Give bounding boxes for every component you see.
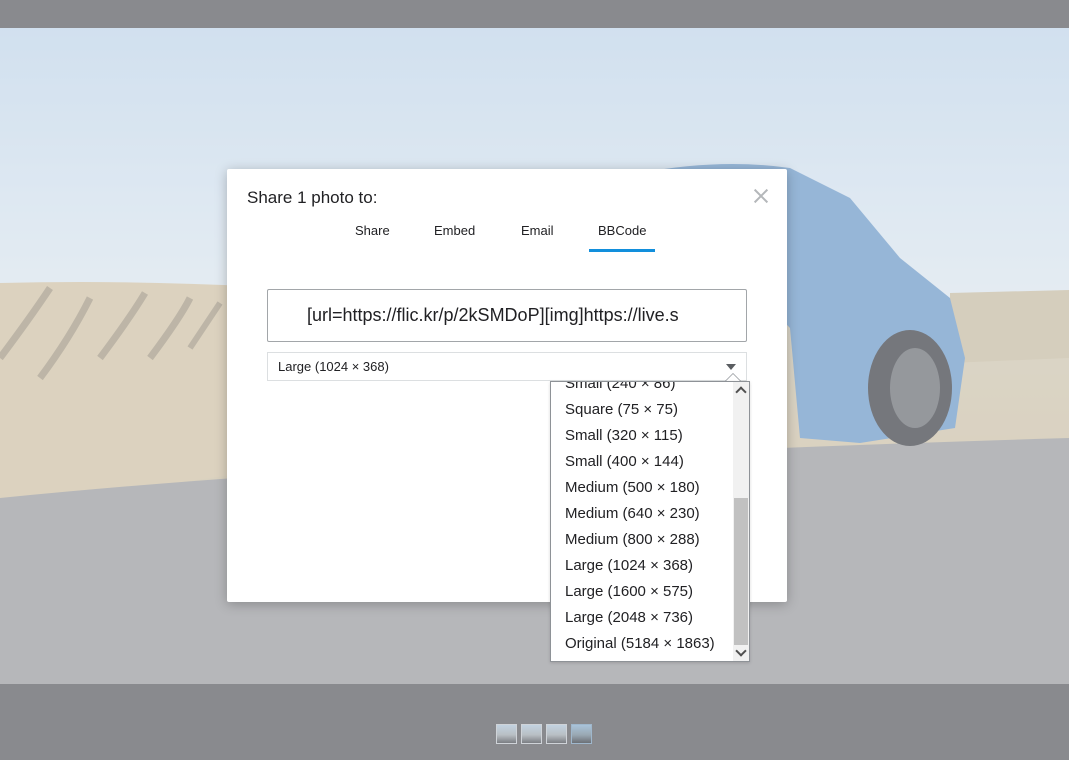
scroll-down-arrow-icon[interactable] (733, 645, 749, 661)
dialog-title: Share 1 photo to: (247, 188, 378, 207)
size-select-value: Large (1024 × 368) (278, 359, 389, 374)
size-option[interactable]: Medium (640 × 230) (551, 501, 734, 527)
size-option[interactable]: Small (400 × 144) (551, 449, 734, 475)
thumbnail-strip (496, 724, 592, 744)
bbcode-field[interactable]: [url=https://flic.kr/p/2kSMDoP][img]http… (267, 289, 747, 342)
bbcode-text: [url=https://flic.kr/p/2kSMDoP][img]http… (307, 305, 679, 325)
thumbnail[interactable] (496, 724, 517, 744)
tab-bbcode[interactable]: BBCode (588, 223, 656, 252)
bottom-bar (0, 684, 1069, 760)
scroll-up-arrow-icon[interactable] (733, 382, 749, 398)
size-option[interactable]: Square (75 × 75) (551, 397, 734, 423)
size-dropdown[interactable]: Small (240 × 86) Square (75 × 75) Small … (550, 381, 750, 662)
thumbnail-active[interactable] (571, 724, 592, 744)
scrollbar-thumb[interactable] (734, 498, 748, 645)
top-bar (0, 0, 1069, 28)
close-icon[interactable] (750, 185, 772, 207)
size-options: Small (240 × 86) Square (75 × 75) Small … (551, 382, 734, 657)
size-option[interactable]: Medium (500 × 180) (551, 475, 734, 501)
size-option[interactable]: Large (1024 × 368) (551, 553, 734, 579)
caret-down-icon (726, 364, 736, 370)
size-option[interactable]: Medium (800 × 288) (551, 527, 734, 553)
dropdown-pointer (725, 373, 741, 381)
size-option[interactable]: Small (320 × 115) (551, 423, 734, 449)
thumbnail[interactable] (546, 724, 567, 744)
thumbnail[interactable] (521, 724, 542, 744)
size-option[interactable]: Large (2048 × 736) (551, 605, 734, 631)
tab-email[interactable]: Email (521, 223, 554, 248)
size-option[interactable]: Original (5184 × 1863) (551, 631, 734, 657)
tab-embed[interactable]: Embed (434, 223, 475, 248)
tab-share[interactable]: Share (355, 223, 390, 248)
dropdown-scrollbar[interactable] (733, 382, 749, 661)
size-option[interactable]: Small (240 × 86) (551, 382, 734, 397)
size-select[interactable]: Large (1024 × 368) (267, 352, 747, 381)
size-option[interactable]: Large (1600 × 575) (551, 579, 734, 605)
